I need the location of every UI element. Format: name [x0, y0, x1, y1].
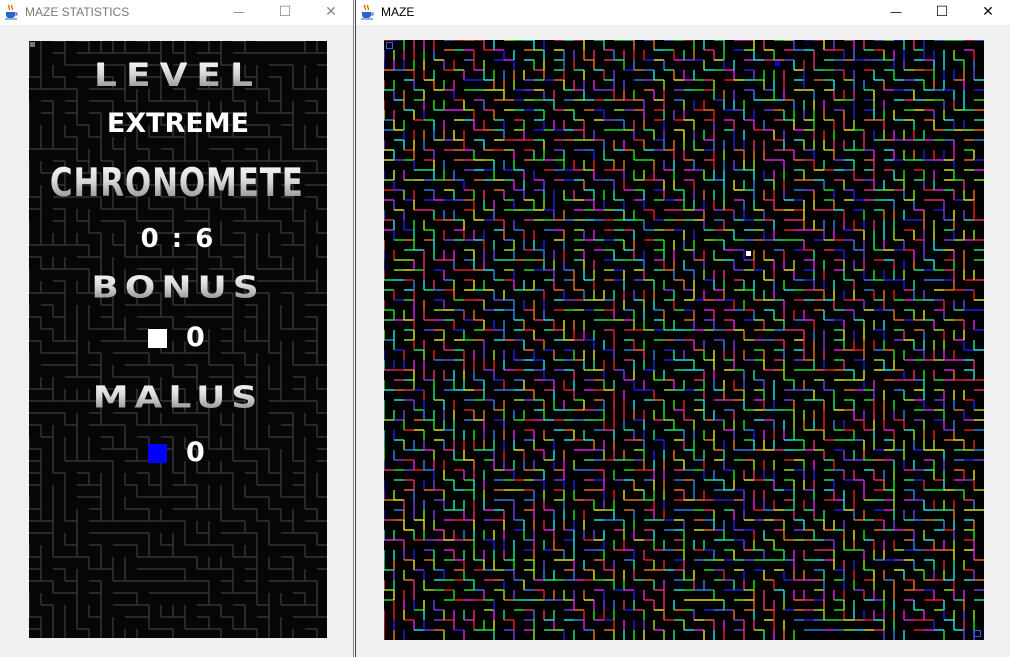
- maze-minimize-button[interactable]: —: [873, 0, 919, 25]
- maze-close-button[interactable]: ✕: [965, 0, 1010, 25]
- bonus-heading: BONUS: [29, 270, 327, 305]
- stats-window: MAZE STATISTICS — ☐ ✕ LEVEL EXTREME CHRO…: [0, 0, 354, 657]
- maze-titlebar[interactable]: MAZE — ☐ ✕: [356, 0, 1010, 25]
- maze-maximize-button[interactable]: ☐: [919, 0, 965, 25]
- chronometer-heading: CHRONOMETER: [49, 161, 327, 206]
- maze-window-title: MAZE: [381, 5, 415, 19]
- java-cup-icon: [361, 4, 374, 20]
- white-square-icon: [148, 329, 167, 348]
- level-value: EXTREME: [106, 108, 250, 139]
- java-cup-icon: [5, 4, 18, 20]
- malus-count: 0: [186, 437, 205, 468]
- stats-window-title: MAZE STATISTICS: [25, 5, 130, 19]
- stats-maximize-button[interactable]: ☐: [262, 0, 308, 25]
- malus-heading: MALUS: [29, 380, 327, 415]
- stats-minimize-button[interactable]: —: [216, 0, 262, 25]
- stats-corner-marker: [30, 42, 35, 47]
- level-heading: LEVEL: [29, 57, 327, 94]
- blue-square-icon: [148, 444, 167, 463]
- malus-counter: 0: [29, 437, 327, 471]
- maze-window: MAZE — ☐ ✕: [355, 0, 1010, 657]
- stats-panel: LEVEL EXTREME CHRONOMETER 0 : 6 BONUS 0 …: [29, 41, 327, 638]
- maze-grid: [384, 40, 984, 640]
- stats-titlebar[interactable]: MAZE STATISTICS — ☐ ✕: [0, 0, 353, 25]
- bonus-count: 0: [186, 322, 205, 353]
- chronometer-value: 0 : 6: [140, 224, 216, 254]
- stats-close-button[interactable]: ✕: [308, 0, 354, 25]
- bonus-counter: 0: [29, 322, 327, 356]
- maze-canvas[interactable]: [384, 40, 984, 640]
